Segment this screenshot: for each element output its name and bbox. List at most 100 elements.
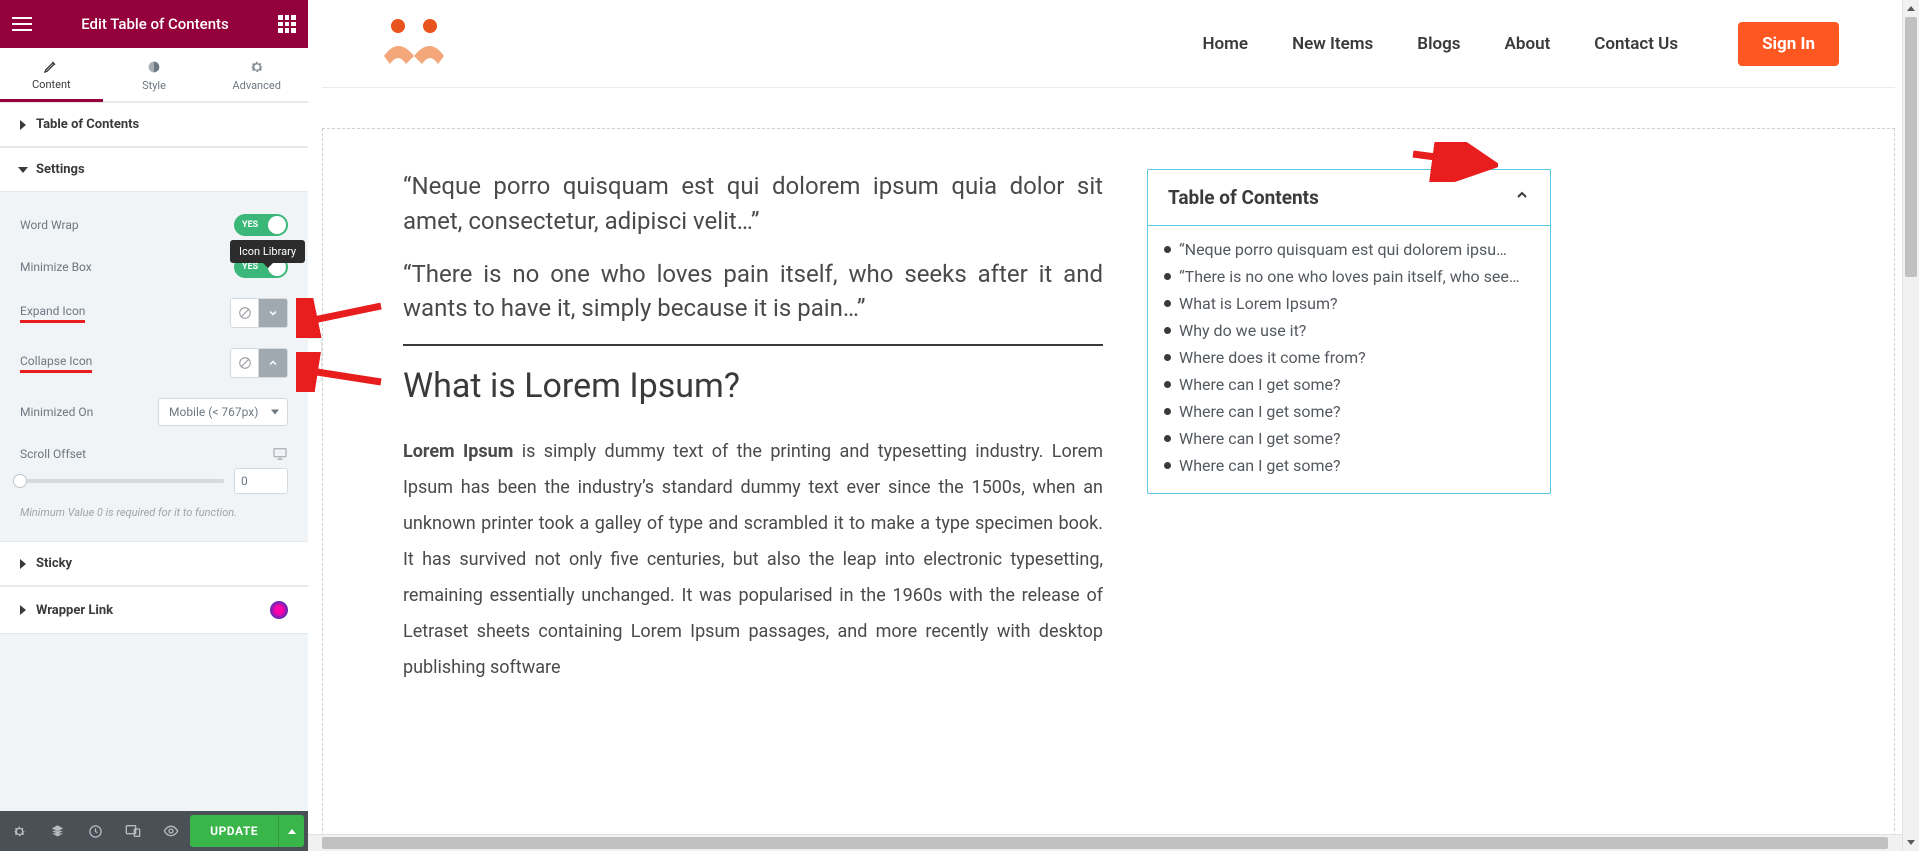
caret-right-icon (20, 120, 26, 130)
update-button[interactable]: UPDATE (190, 815, 278, 847)
settings-body: Word Wrap YES Minimize Box YES Icon Libr… (0, 192, 308, 541)
caret-right-icon (20, 605, 26, 615)
nav-contact[interactable]: Contact Us (1594, 34, 1678, 54)
toc-item[interactable]: “Neque porro quisquam est qui dolorem ip… (1164, 236, 1534, 263)
sign-in-button[interactable]: Sign In (1738, 22, 1839, 66)
paragraph-1: Lorem Ipsum is simply dummy text of the … (403, 434, 1103, 686)
quote-1: “Neque porro quisquam est qui dolorem ip… (403, 169, 1103, 239)
chevron-down-icon (267, 307, 279, 319)
vertical-scrollbar[interactable] (1902, 0, 1919, 851)
minimized-on-label: Minimized On (20, 405, 158, 419)
toc-link: Where can I get some? (1179, 429, 1341, 448)
collapse-icon-label: Collapse Icon (20, 354, 92, 373)
toc-body: “Neque porro quisquam est qui dolorem ip… (1148, 225, 1550, 493)
scroll-down-button[interactable] (1903, 834, 1919, 851)
toc-link: What is Lorem Ipsum? (1179, 294, 1338, 313)
toc-item[interactable]: Where can I get some? (1164, 371, 1534, 398)
scroll-offset-input[interactable] (234, 468, 288, 494)
scroll-up-button[interactable] (1903, 0, 1919, 17)
control-scroll-offset: Scroll Offset (20, 436, 288, 464)
slider-thumb[interactable] (13, 474, 27, 488)
article: “Neque porro quisquam est qui dolorem ip… (403, 169, 1103, 850)
scroll-offset-slider[interactable] (20, 479, 224, 483)
section-toc-label: Table of Contents (36, 117, 139, 132)
toc-widget: Table of Contents “Neque porro quisquam … (1147, 169, 1551, 494)
gear-icon (249, 59, 265, 75)
ban-icon (238, 306, 252, 320)
scroll-offset-label: Scroll Offset (20, 447, 266, 461)
pencil-icon (43, 58, 59, 74)
tab-style[interactable]: Style (103, 48, 206, 101)
preview-area: Home New Items Blogs About Contact Us Si… (322, 0, 1895, 851)
divider (403, 344, 1103, 346)
section-sticky-label: Sticky (36, 556, 72, 571)
section-wrapper-label: Wrapper Link (36, 603, 113, 618)
history-icon[interactable] (76, 811, 114, 851)
responsive-icon[interactable] (114, 811, 152, 851)
nav-new-items[interactable]: New Items (1292, 34, 1373, 54)
toc-item[interactable]: Where can I get some? (1164, 398, 1534, 425)
scroll-offset-slider-row (20, 464, 288, 502)
tab-advanced[interactable]: Advanced (205, 48, 308, 101)
minimize-box-label: Minimize Box (20, 260, 234, 274)
heading-what-is: What is Lorem Ipsum? (403, 366, 1103, 406)
tooltip-icon-library: Icon Library (230, 240, 305, 263)
toc-item[interactable]: Why do we use it? (1164, 317, 1534, 344)
collapse-icon-none[interactable] (231, 349, 259, 377)
bullet-icon (1164, 273, 1171, 280)
bullet-icon (1164, 435, 1171, 442)
nav-home[interactable]: Home (1203, 34, 1249, 54)
annotation-arrow-1 (296, 298, 386, 338)
toc-item[interactable]: Where can I get some? (1164, 452, 1534, 479)
nav-about[interactable]: About (1505, 34, 1551, 54)
section-sticky[interactable]: Sticky (0, 541, 308, 586)
update-button-group: UPDATE (190, 815, 304, 847)
logo-icon (378, 16, 450, 72)
toc-item[interactable]: Where does it come from? (1164, 344, 1534, 371)
section-toc[interactable]: Table of Contents (0, 102, 308, 147)
hscroll-thumb[interactable] (322, 837, 1888, 849)
bullet-icon (1164, 246, 1171, 253)
toc-link: “There is no one who loves pain itself, … (1179, 267, 1520, 286)
panel-tabs: Content Style Advanced (0, 48, 308, 102)
panel-title: Edit Table of Contents (32, 15, 278, 33)
navigator-icon[interactable] (38, 811, 76, 851)
section-wrapper-link[interactable]: Wrapper Link (0, 586, 308, 634)
apps-icon[interactable] (278, 15, 296, 33)
toc-item[interactable]: Where can I get some? (1164, 425, 1534, 452)
tab-content[interactable]: Content (0, 48, 103, 102)
scroll-thumb[interactable] (1905, 17, 1917, 277)
para-strong: Lorem Ipsum (403, 441, 513, 462)
editor-panel: Edit Table of Contents Content Style Adv… (0, 0, 308, 851)
control-minimize-box: Minimize Box YES Icon Library (20, 246, 288, 288)
toc-link: Where can I get some? (1179, 456, 1341, 475)
toc-item[interactable]: What is Lorem Ipsum? (1164, 290, 1534, 317)
minimized-on-select[interactable]: Mobile (< 767px) (158, 398, 288, 426)
preview-icon[interactable] (152, 811, 190, 851)
caret-down-icon (18, 167, 28, 173)
update-dropdown[interactable] (278, 815, 304, 847)
desktop-icon[interactable] (272, 446, 288, 462)
toc-collapse-button[interactable] (1514, 187, 1530, 208)
control-collapse-icon: Collapse Icon (20, 338, 288, 388)
bullet-icon (1164, 327, 1171, 334)
chevron-up-icon (267, 357, 279, 369)
style-icon (146, 59, 162, 75)
site-logo[interactable] (378, 16, 450, 72)
toc-item[interactable]: “There is no one who loves pain itself, … (1164, 263, 1534, 290)
section-settings[interactable]: Settings (0, 147, 308, 192)
collapse-icon-button[interactable] (259, 349, 287, 377)
site-header: Home New Items Blogs About Contact Us Si… (322, 0, 1895, 88)
toc-link: Where can I get some? (1179, 402, 1341, 421)
expand-icon-none[interactable] (231, 299, 259, 327)
toc-link: Where does it come from? (1179, 348, 1366, 367)
quote-2: “There is no one who loves pain itself, … (403, 257, 1103, 327)
horizontal-scrollbar[interactable] (308, 834, 1902, 851)
toc-link: “Neque porro quisquam est qui dolorem ip… (1179, 240, 1507, 259)
expand-icon-picker (230, 298, 288, 328)
menu-icon[interactable] (12, 17, 32, 31)
expand-icon-button[interactable] (259, 299, 287, 327)
word-wrap-toggle[interactable]: YES (234, 214, 288, 236)
settings-icon[interactable] (0, 811, 38, 851)
nav-blogs[interactable]: Blogs (1417, 34, 1460, 54)
